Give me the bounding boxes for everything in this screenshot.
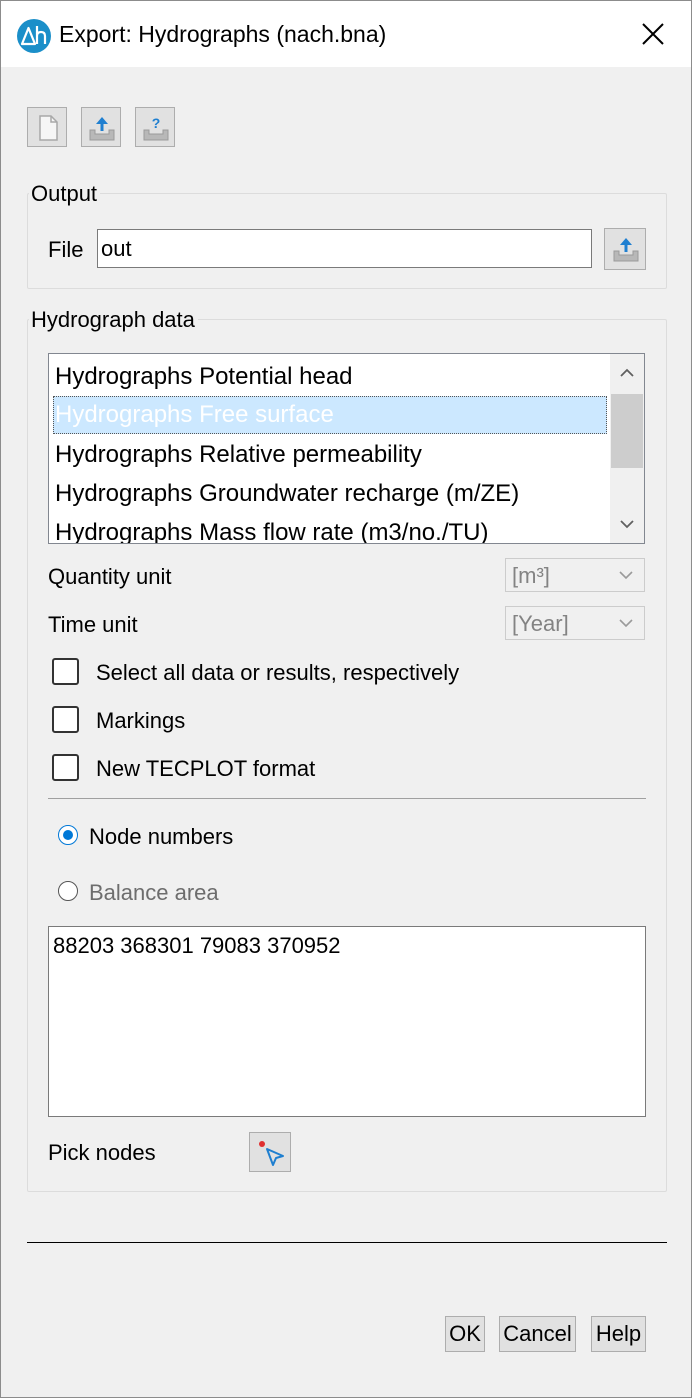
chevron-down-icon: [619, 619, 633, 628]
close-button[interactable]: [625, 11, 681, 57]
bottom-separator: [27, 1242, 667, 1243]
pick-nodes-label: Pick nodes: [48, 1140, 156, 1165]
balance-area-radio[interactable]: [58, 881, 78, 901]
balance-area-label: Balance area: [89, 880, 219, 905]
new-document-icon: [39, 115, 58, 141]
time-unit-label: Time unit: [48, 612, 138, 637]
pointer-pick-icon: [259, 1141, 284, 1166]
tecplot-format-checkbox[interactable]: [52, 754, 79, 781]
app-logo-icon: [17, 19, 51, 53]
export-dialog: Export: Hydrographs (nach.bna) ? Output …: [0, 0, 692, 1398]
scroll-down-button[interactable]: [610, 505, 644, 543]
chevron-up-icon: [620, 368, 634, 377]
pick-nodes-button[interactable]: [249, 1132, 291, 1172]
quantity-unit-select[interactable]: [m³]: [505, 558, 645, 592]
list-item[interactable]: Hydrographs Potential head: [53, 358, 607, 396]
hydrograph-data-group-label: Hydrograph data: [29, 307, 198, 333]
scroll-thumb[interactable]: [611, 394, 643, 468]
export-icon: [89, 117, 115, 141]
cancel-button[interactable]: Cancel: [499, 1316, 576, 1352]
hydrograph-list[interactable]: Hydrographs Potential head Hydrographs F…: [48, 353, 645, 544]
node-numbers-radio[interactable]: [58, 825, 78, 845]
tecplot-format-label: New TECPLOT format: [96, 756, 316, 781]
export-help-button[interactable]: ?: [135, 107, 175, 147]
chevron-down-icon: [619, 571, 633, 580]
output-group-label: Output: [29, 181, 101, 207]
list-item[interactable]: Hydrographs Groundwater recharge (m/ZE): [53, 475, 607, 513]
ok-button[interactable]: OK: [445, 1316, 485, 1352]
time-unit-value: [Year]: [512, 611, 569, 636]
list-item[interactable]: Hydrographs Mass flow rate (m3/no./TU): [53, 514, 607, 543]
node-numbers-textarea[interactable]: 88203 368301 79083 370952: [48, 926, 646, 1117]
browse-file-button[interactable]: [604, 228, 646, 270]
quantity-unit-value: [m³]: [512, 563, 550, 588]
select-all-checkbox[interactable]: [52, 658, 79, 685]
export-button[interactable]: [81, 107, 121, 147]
separator: [48, 798, 646, 799]
file-label: File: [48, 237, 84, 262]
title-bar: Export: Hydrographs (nach.bna): [1, 1, 691, 67]
help-button[interactable]: Help: [591, 1316, 646, 1352]
markings-label: Markings: [96, 708, 186, 733]
new-button[interactable]: [27, 107, 67, 147]
list-scrollbar[interactable]: [610, 354, 644, 543]
markings-checkbox[interactable]: [52, 706, 79, 733]
export-icon: [613, 238, 639, 262]
quantity-unit-label: Quantity unit: [48, 564, 172, 589]
export-help-icon: ?: [143, 115, 169, 141]
close-icon: [642, 23, 664, 45]
scroll-up-button[interactable]: [610, 354, 644, 392]
node-numbers-label: Node numbers: [89, 824, 234, 849]
time-unit-select[interactable]: [Year]: [505, 606, 645, 640]
window-title: Export: Hydrographs (nach.bna): [59, 21, 387, 47]
list-item-selected[interactable]: Hydrographs Free surface: [53, 396, 607, 434]
file-input[interactable]: [97, 229, 592, 268]
svg-text:?: ?: [152, 115, 161, 131]
list-item[interactable]: Hydrographs Relative permeability: [53, 436, 607, 474]
select-all-label: Select all data or results, respectively: [96, 660, 460, 685]
chevron-down-icon: [620, 520, 634, 529]
